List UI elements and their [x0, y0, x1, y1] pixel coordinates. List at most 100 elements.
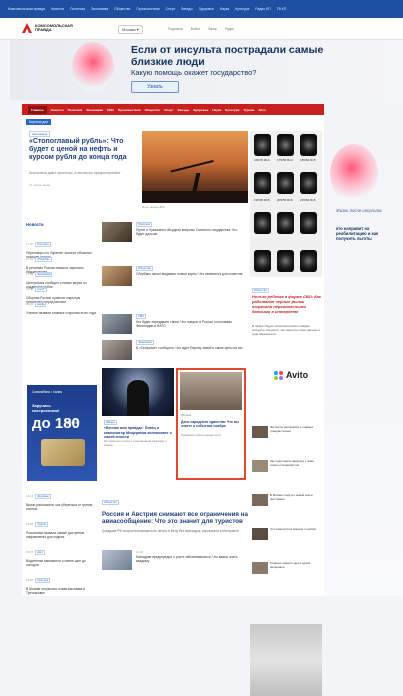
- main-content: Главное Новости Политика Экономика СВО Происш…: [22, 104, 324, 696]
- lead-image[interactable]: [142, 131, 248, 203]
- mid-news-tag[interactable]: СВО: [136, 314, 146, 319]
- highlighted-card-text: Проверьте себя в нашем тесте: [181, 433, 222, 437]
- top-nav-item[interactable]: Политика: [70, 7, 85, 11]
- newsfeed-tag[interactable]: Наука: [35, 302, 47, 307]
- mid-news-item[interactable]: СВО Кто будет передавать танки: Что говор…: [102, 314, 248, 336]
- tire-image: [300, 172, 317, 194]
- header-link[interactable]: Подписка: [168, 27, 183, 31]
- tire-image: [300, 250, 317, 272]
- right-article-title[interactable]: Нельзя ребенка в форме СВО: Как работают…: [252, 294, 322, 314]
- right-list-item[interactable]: В Москве стартует новый сезон фестиваля: [252, 493, 322, 508]
- newsfeed-item-meta: 15:55 Туризм: [26, 512, 96, 530]
- day-badge[interactable]: Картина дня: [26, 119, 51, 125]
- newsfeed-headline: Ученые назвали главные открытия этого го…: [26, 311, 96, 315]
- top-nav-item[interactable]: ТВ КП: [277, 7, 287, 11]
- right-article-text: В эфире Радио «Комсомольская правда» экс…: [252, 324, 320, 336]
- lead-subtitle: Аналитики дают прогнозы, а эксперты пред…: [29, 171, 121, 175]
- mid-news-tag[interactable]: Общество: [136, 266, 153, 271]
- right-list-text: Главные новости дня в одном материале: [270, 561, 311, 569]
- newsfeed-time: 17:05: [26, 272, 34, 276]
- section-nav-item[interactable]: Общество: [145, 108, 161, 112]
- newsfeed-tag[interactable]: Туризм: [35, 522, 48, 527]
- newsfeed-tag[interactable]: Культура: [35, 578, 51, 583]
- right-banner-illustration: [330, 144, 378, 204]
- big-headline-block[interactable]: Общество Россия и Австрия снижают все ог…: [102, 490, 250, 533]
- big-headline-tag: Общество: [102, 500, 119, 505]
- newsfeed-item[interactable]: 16:30 Наука Ученые назвали главные открыти…: [26, 292, 96, 315]
- section-nav-item[interactable]: СВО: [107, 108, 114, 112]
- avito-brand[interactable]: Avito: [286, 370, 308, 380]
- top-nav-item[interactable]: Происшествия: [136, 7, 159, 11]
- mid-news-text: Путин и Лукашенко обсудили вопросы Союзн…: [136, 228, 238, 236]
- banner-learn-button[interactable]: Узнать: [131, 81, 179, 93]
- mid-news-thumb: [102, 222, 132, 242]
- mid-news-tag[interactable]: Экономика: [136, 340, 154, 345]
- top-nav-item[interactable]: Радио КП: [255, 7, 270, 11]
- bottom-right-ad[interactable]: [250, 624, 322, 696]
- section-nav-item[interactable]: Главное: [28, 105, 47, 114]
- mid-news-item[interactable]: Экономика В «Газпроме» сообщили: Что ждет…: [102, 340, 248, 362]
- lead-time: 17 часов назад: [29, 183, 51, 187]
- section-nav-item[interactable]: Происшествия: [118, 108, 141, 112]
- newsfeed-item[interactable]: 15:20 Культура В Москве открылась новая вы…: [26, 568, 96, 595]
- site-logo[interactable]: КОМСОМОЛЬСКАЯ ПРАВДА: [22, 23, 73, 33]
- right-list-item[interactable]: Что изменится в законах с ноября: [252, 527, 322, 542]
- tire-image: [300, 134, 317, 156]
- right-list-thumb: [252, 562, 268, 574]
- section-nav-item[interactable]: Наука: [212, 108, 221, 112]
- newsfeed-item[interactable]: 15:37 Авто Водителям напомнили о смене шин…: [26, 540, 96, 567]
- section-nav-item[interactable]: Туризм: [243, 108, 254, 112]
- newsfeed-title[interactable]: Новости: [26, 222, 44, 227]
- header-link[interactable]: Эфир: [208, 27, 217, 31]
- right-list-item[interactable]: Как подготовить квартиру к зиме: советы …: [252, 459, 322, 474]
- newsfeed-tag[interactable]: Авто: [35, 550, 45, 555]
- top-nav-item[interactable]: Культура: [235, 7, 249, 11]
- lead-tag[interactable]: Экономика: [29, 131, 51, 137]
- tire-image: [277, 250, 294, 272]
- section-nav-item[interactable]: Политика: [68, 108, 83, 112]
- mid-news-tag[interactable]: Политика: [136, 222, 152, 227]
- region-selector[interactable]: Москва ▾: [118, 25, 143, 34]
- right-list-item[interactable]: Главные новости дня в одном материале: [252, 561, 322, 576]
- top-nav-item[interactable]: Спорт: [166, 7, 176, 11]
- tire-size-label: 205/55 R16: [277, 198, 293, 202]
- highlighted-card-image: [180, 372, 242, 410]
- header-link[interactable]: Радио: [225, 27, 235, 31]
- mid-news-thumb: [102, 340, 132, 360]
- top-nav-item[interactable]: Новости: [51, 7, 64, 11]
- top-nav-item[interactable]: Звезды: [181, 7, 193, 11]
- top-nav-item[interactable]: Экономика: [91, 7, 108, 11]
- top-navigation: Комсомольская правда Новости Политика Эконо…: [0, 0, 403, 18]
- newsfeed-time: 16:30: [26, 302, 34, 306]
- section-nav-item[interactable]: Экономика: [86, 108, 103, 112]
- top-nav-item[interactable]: Комсомольская правда: [8, 7, 45, 11]
- newsfeed-headline: Врачи рассказали, как уберечься от грипп…: [26, 503, 93, 511]
- newsfeed-item[interactable]: 15:55 Туризм Россиянам назвали самые досту…: [26, 512, 96, 539]
- section-nav-item[interactable]: Спорт: [164, 108, 173, 112]
- gallery-card[interactable]: Звезды «Вечная моя правда»: Певец и комп…: [102, 368, 174, 478]
- section-nav-item[interactable]: Звезды: [178, 108, 190, 112]
- section-nav-item[interactable]: Авто: [258, 108, 265, 112]
- section-nav-item[interactable]: Культура: [225, 108, 239, 112]
- avito-logo-icon: [274, 371, 284, 381]
- mid-news-item[interactable]: Политика Путин и Лукашенко обсудили вопро…: [102, 222, 248, 244]
- tire-size-label: 215/60 R16: [300, 198, 316, 202]
- newsfeed-item[interactable]: 16:12 Здоровье Врачи рассказали, как убере…: [26, 484, 96, 511]
- section-nav-item[interactable]: Здоровье: [193, 108, 208, 112]
- right-article-tag[interactable]: Общество: [252, 288, 269, 293]
- right-list-item[interactable]: Эксперты рассказали о главных трендах се…: [252, 425, 322, 440]
- top-nav-item[interactable]: Общество: [114, 7, 130, 11]
- highlighted-card-tag: История: [181, 414, 192, 417]
- lead-headline[interactable]: «Стопоглавый рубль»: Что будет с ценой н…: [29, 138, 137, 163]
- banner-subtitle: Какую помощь окажет государство?: [131, 68, 257, 77]
- top-nav-item[interactable]: Здоровье: [199, 7, 214, 11]
- logo-icon: [22, 23, 32, 33]
- top-nav-item[interactable]: Наука: [220, 7, 229, 11]
- section-nav-item[interactable]: Новости: [51, 108, 64, 112]
- bank-ad[interactable]: Совкомбанк • Халва Заручись настроением!…: [27, 385, 97, 481]
- mid-news-item[interactable]: Общество Сбербанк начал выдавать новые ка…: [102, 266, 248, 288]
- big-headline-title: Россия и Австрия снижают все ограничения…: [102, 511, 248, 526]
- header-link[interactable]: Войти: [191, 27, 200, 31]
- newsfeed-tag[interactable]: Здоровье: [35, 494, 51, 499]
- highlighted-card[interactable]: История День народного единства: Что вы …: [176, 368, 246, 480]
